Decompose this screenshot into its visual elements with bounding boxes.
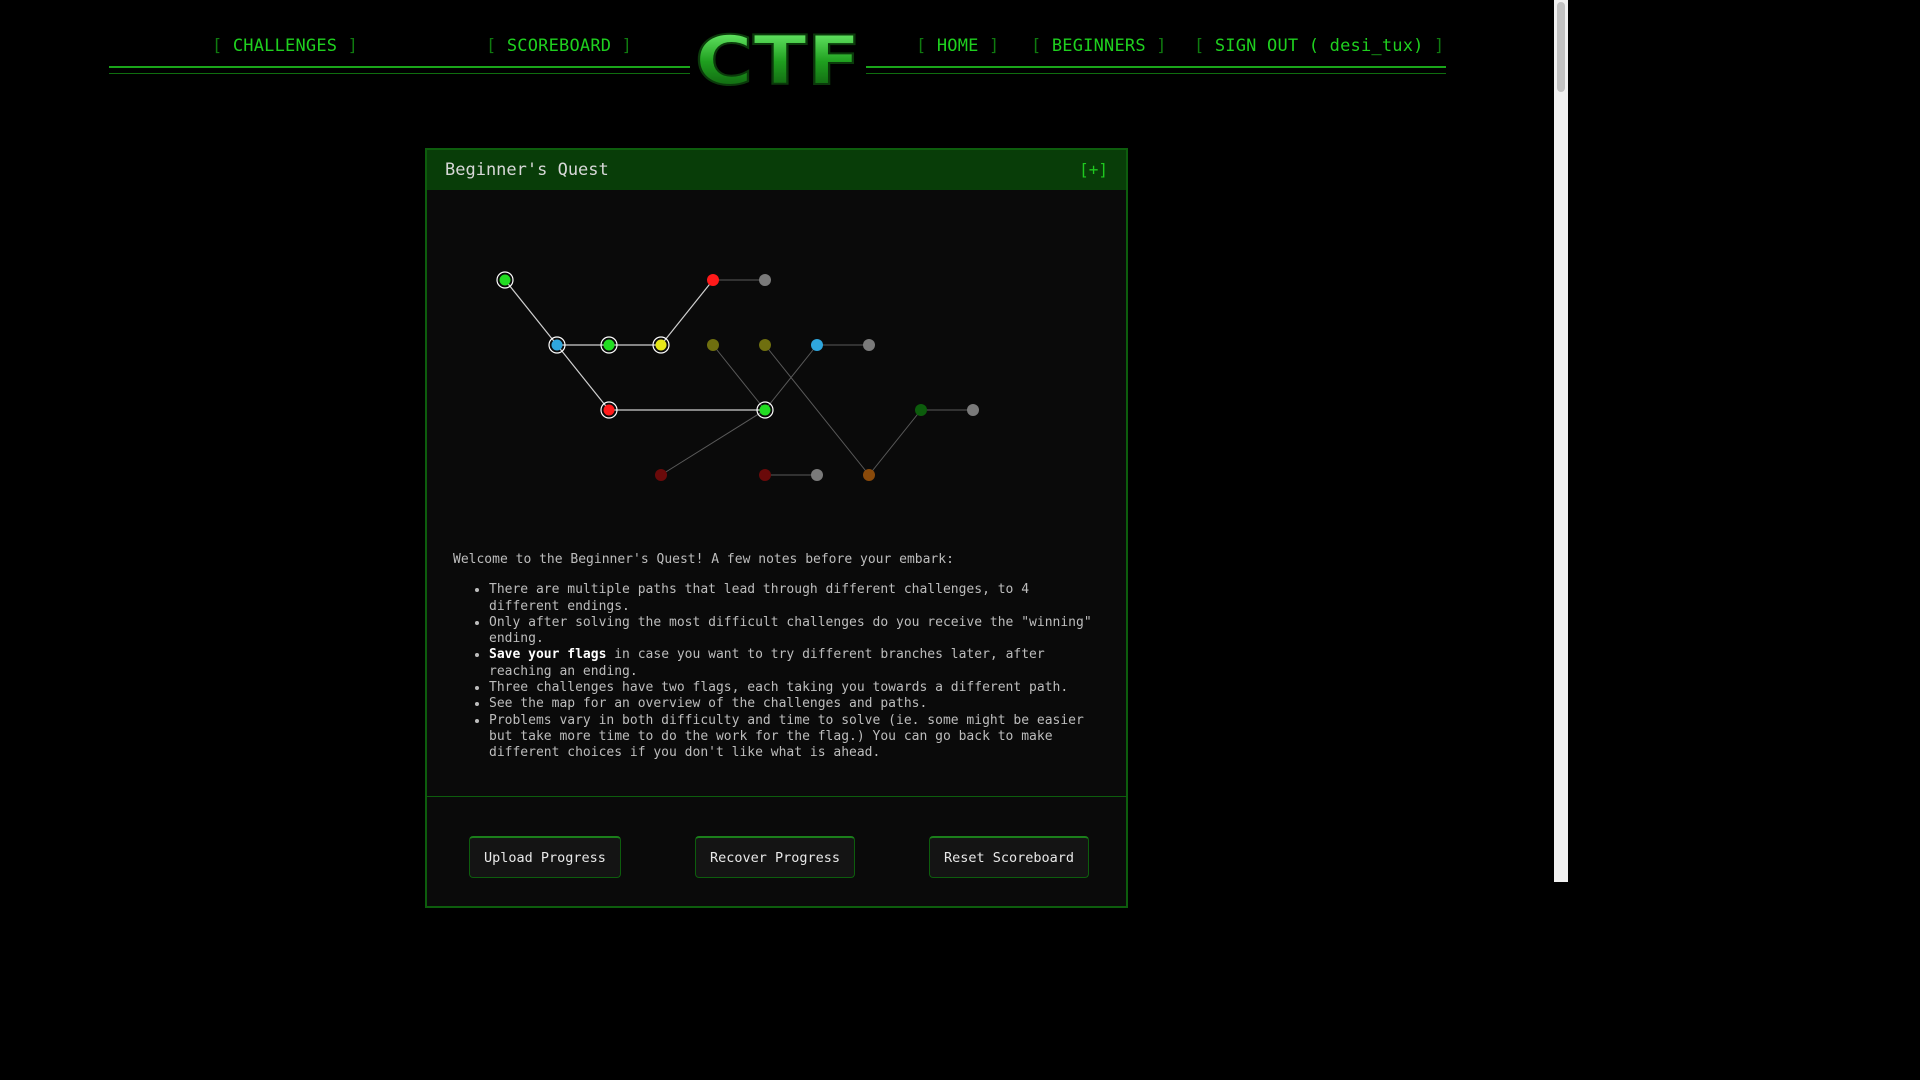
node-dot [915, 404, 927, 416]
node-dot [499, 274, 511, 286]
node-dot [811, 469, 823, 481]
quest-map [496, 271, 979, 481]
note-item: Problems vary in both difficulty and tim… [489, 713, 1103, 762]
challenge-node[interactable] [707, 274, 719, 286]
node-dot [759, 469, 771, 481]
node-dot [707, 339, 719, 351]
nav-challenges-link[interactable]: [ CHALLENGES ] [212, 36, 358, 56]
challenge-node[interactable] [811, 339, 823, 351]
nav-home-link[interactable]: [ HOME ] [916, 36, 1000, 56]
challenge-node[interactable] [655, 469, 667, 481]
challenge-node[interactable] [915, 404, 927, 416]
quest-panel: Beginner's Quest [+] Welcome to the Begi… [425, 148, 1128, 908]
note-item: Three challenges have two flags, each ta… [489, 680, 1103, 696]
ctf-logo-text: CTF [695, 28, 861, 92]
nav-scoreboard-label: SCOREBOARD [506, 36, 612, 56]
nav-challenges-label: CHALLENGES [232, 36, 338, 56]
node-dot [707, 274, 719, 286]
challenge-node[interactable] [967, 404, 979, 416]
challenge-node[interactable] [863, 339, 875, 351]
map-edge [660, 409, 766, 476]
nav-beginners-label: BEGINNERS [1051, 36, 1146, 56]
map-edge [556, 344, 610, 411]
panel-header: Beginner's Quest [+] [427, 150, 1126, 190]
scrollbar-thumb[interactable] [1557, 2, 1565, 92]
node-dot [603, 404, 615, 416]
node-dot [759, 404, 771, 416]
nav-home-label: HOME [936, 36, 979, 56]
notes-list: There are multiple paths that lead throu… [453, 582, 1103, 761]
note-item: There are multiple paths that lead throu… [489, 582, 1103, 615]
map-edge [868, 409, 922, 476]
note-item: See the map for an overview of the chall… [489, 696, 1103, 712]
node-dot [603, 339, 615, 351]
challenge-node[interactable] [759, 339, 771, 351]
ctf-logo[interactable]: CTF [690, 28, 866, 92]
challenge-node[interactable] [707, 339, 719, 351]
reset-scoreboard-button[interactable]: Reset Scoreboard [929, 836, 1090, 878]
node-dot [655, 469, 667, 481]
challenge-node[interactable] [811, 469, 823, 481]
upload-progress-button[interactable]: Upload Progress [469, 836, 621, 878]
nav-rule-left [109, 66, 690, 74]
note-item: Save your flags in case you want to try … [489, 647, 1103, 680]
panel-title: Beginner's Quest [445, 160, 609, 180]
intro-paragraph: Welcome to the Beginner's Quest! A few n… [453, 552, 954, 567]
node-dot [759, 339, 771, 351]
map-edge [712, 344, 766, 411]
node-dot [863, 339, 875, 351]
node-dot [863, 469, 875, 481]
challenge-node[interactable] [496, 271, 514, 289]
nav-beginners-link[interactable]: [ BEGINNERS ] [1031, 36, 1167, 56]
expand-toggle[interactable]: [+] [1079, 160, 1108, 179]
note-item: Only after solving the most difficult ch… [489, 615, 1103, 648]
nav-sign-out-link[interactable]: [ SIGN OUT ( desi_tux) ] [1194, 36, 1444, 56]
map-edge [504, 279, 558, 346]
recover-progress-button[interactable]: Recover Progress [695, 836, 856, 878]
node-dot [655, 339, 667, 351]
nav-sign-out-label: SIGN OUT ( desi_tux) [1214, 36, 1424, 56]
challenge-node[interactable] [759, 469, 771, 481]
node-dot [551, 339, 563, 351]
page-scrollbar[interactable] [1554, 0, 1568, 882]
panel-divider [427, 796, 1126, 797]
nav-rule-right [866, 66, 1446, 74]
challenge-node[interactable] [759, 274, 771, 286]
note-emphasis: Save your flags [489, 647, 607, 663]
node-dot [967, 404, 979, 416]
intro-text: Welcome to the Beginner's Quest! A few n… [453, 552, 1103, 762]
node-dot [759, 274, 771, 286]
node-dot [811, 339, 823, 351]
map-edge [764, 344, 870, 476]
challenge-node[interactable] [863, 469, 875, 481]
nav-scoreboard-link[interactable]: [ SCOREBOARD ] [486, 36, 632, 56]
map-edge [660, 279, 714, 346]
